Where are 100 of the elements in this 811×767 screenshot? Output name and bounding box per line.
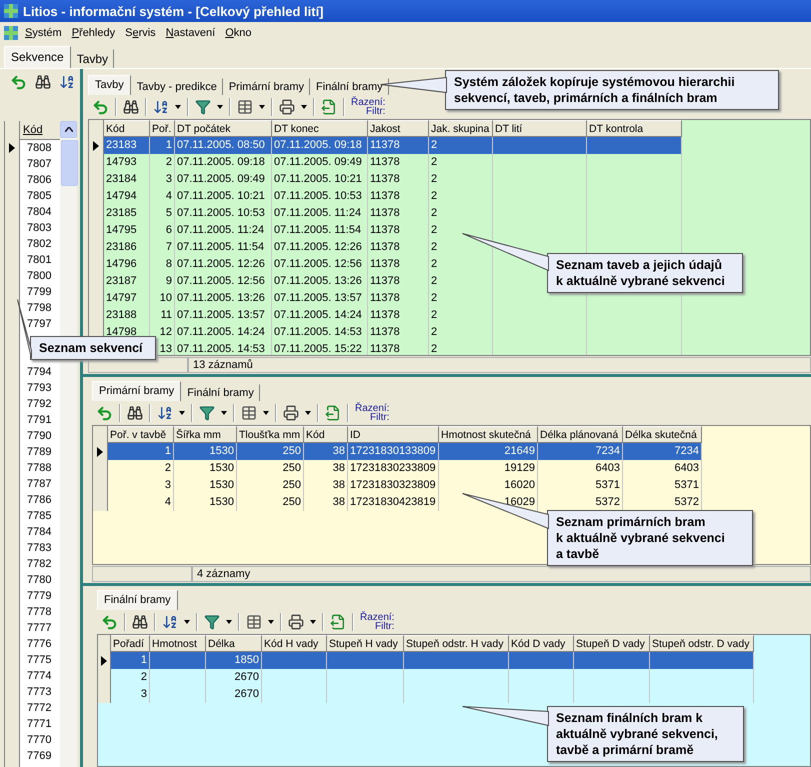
caret-icon[interactable] [268,620,274,624]
column-header[interactable]: Kód [304,426,348,443]
list-item[interactable]: 7798 [27,302,52,314]
list-item[interactable]: 7793 [27,382,52,394]
sort-icon[interactable] [59,74,75,90]
table-icon[interactable] [237,99,253,115]
list-item[interactable]: 7786 [27,494,52,506]
caret-icon[interactable] [310,620,316,624]
list-item[interactable]: 7776 [27,638,52,650]
search-icon[interactable] [132,614,148,630]
list-item[interactable]: 7800 [27,270,52,282]
list-item[interactable]: 7791 [27,414,52,426]
undo-icon[interactable] [101,614,118,630]
sort-icon[interactable] [153,99,169,115]
undo-icon[interactable] [10,74,27,90]
menu-item[interactable]: Nastavení [162,25,220,41]
column-header[interactable]: Pořadí [111,635,150,652]
filter-icon[interactable] [204,614,220,630]
list-item[interactable]: 7803 [27,222,52,234]
column-header[interactable]: DT počátek [175,120,272,137]
column-header[interactable]: Kód [20,121,60,140]
undo-icon[interactable] [92,98,109,116]
list-item[interactable]: 7780 [27,574,52,586]
filter-icon[interactable] [195,99,211,115]
column-header[interactable]: ID [348,426,439,443]
caret-icon[interactable] [226,620,232,624]
list-item[interactable]: 7804 [27,206,52,218]
list-item[interactable]: 7784 [27,526,52,538]
menu-item[interactable]: Okno [221,25,256,41]
tab[interactable]: Finální bramy [97,590,178,610]
list-item[interactable]: 7787 [27,478,52,490]
column-header[interactable]: DT konec [272,120,368,137]
column-header[interactable]: Poř. [150,120,175,137]
column-header[interactable]: Tloušťka mm [237,426,304,443]
search-icon[interactable] [35,74,51,90]
export-icon[interactable] [325,405,341,421]
list-item[interactable]: 7792 [27,398,52,410]
caret-icon[interactable] [263,411,269,415]
caret-icon[interactable] [217,105,223,109]
export-icon[interactable] [321,99,337,115]
column-header[interactable]: DT lití [493,120,587,137]
scroll-thumb[interactable] [61,140,78,186]
list-item[interactable]: 7777 [27,622,52,634]
list-item[interactable]: 7799 [27,286,52,298]
menu-item[interactable]: Systém [21,25,66,41]
column-header[interactable]: Stupeň odstr. H vady [404,635,509,652]
tab[interactable]: Tavby [88,75,131,95]
table-icon[interactable] [246,614,262,630]
column-header[interactable]: Jak. skupina [429,120,493,137]
column-header[interactable]: Šířka mm [174,426,237,443]
list-item[interactable]: 7770 [27,734,52,746]
column-header[interactable]: Hmotnost skutečná [439,426,538,443]
list-item[interactable]: 7785 [27,510,52,522]
list-item[interactable]: 7778 [27,606,52,618]
search-icon[interactable] [123,99,139,115]
column-header[interactable]: Hmotnost [150,635,206,652]
menu-item[interactable]: Servis [121,25,160,41]
tab[interactable]: Primární bramy [92,381,182,401]
tab[interactable]: Sekvence [4,46,71,68]
filter-icon[interactable] [199,405,215,421]
column-header[interactable]: Jakost [368,120,429,137]
list-item[interactable]: 7772 [27,702,52,714]
print-icon[interactable] [283,405,299,421]
list-item[interactable]: 7769 [27,750,52,762]
list-item[interactable]: 7775 [27,654,52,666]
search-icon[interactable] [127,405,143,421]
list-item[interactable]: 7801 [27,254,52,266]
list-item[interactable]: 7773 [27,686,52,698]
list-item[interactable]: 7790 [27,430,52,442]
list-item[interactable]: 7802 [27,238,52,250]
table-icon[interactable] [241,405,257,421]
list-item[interactable]: 7789 [27,446,52,458]
sort-icon[interactable] [162,614,178,630]
caret-icon[interactable] [184,620,190,624]
column-header[interactable]: Délka [206,635,262,652]
caret-icon[interactable] [305,411,311,415]
column-header[interactable]: Stupeň D vady [574,635,650,652]
caret-icon[interactable] [259,105,265,109]
list-item[interactable]: 7807 [27,158,52,170]
menu-item[interactable]: Přehledy [68,25,120,41]
column-header[interactable]: Délka plánovaná [538,426,623,443]
column-header[interactable]: Poř. v tavbě [108,426,174,443]
caret-icon[interactable] [221,411,227,415]
list-item[interactable]: 7797 [27,318,52,330]
scroll-up-button[interactable] [60,121,77,138]
list-item[interactable]: 7788 [27,462,52,474]
column-header[interactable]: Stupeň odstr. D vady [650,635,754,652]
list-item[interactable]: 7794 [27,366,52,378]
list-item[interactable]: 7808 [27,142,52,154]
print-icon[interactable] [279,99,295,115]
column-header[interactable]: Kód [104,120,150,137]
caret-icon[interactable] [301,105,307,109]
list-item[interactable]: 7806 [27,174,52,186]
caret-icon[interactable] [179,411,185,415]
export-icon[interactable] [330,614,346,630]
list-item[interactable]: 7779 [27,590,52,602]
list-item[interactable]: 7783 [27,542,52,554]
caret-icon[interactable] [175,105,181,109]
sort-icon[interactable] [157,405,173,421]
list-item[interactable]: 7774 [27,670,52,682]
